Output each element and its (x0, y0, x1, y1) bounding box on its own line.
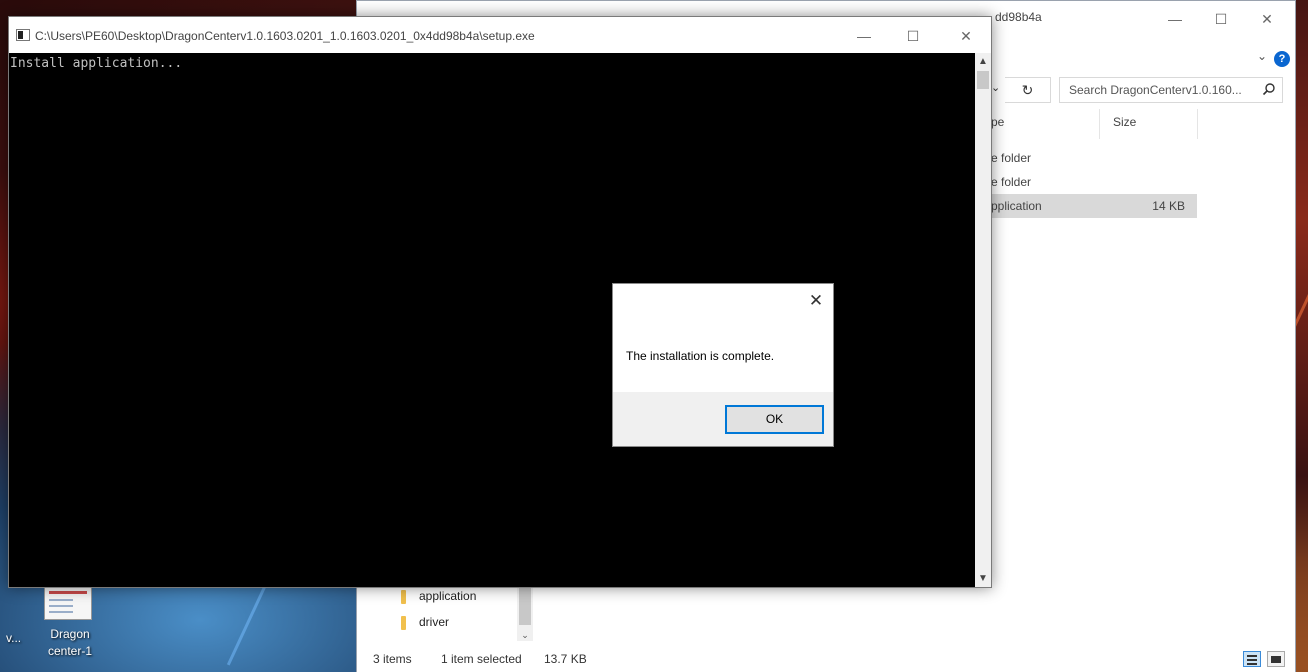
icon-thumbnail-line (49, 605, 73, 607)
column-header-size[interactable]: Size (1113, 115, 1136, 129)
status-item-count: 3 items (373, 652, 412, 666)
setup-console-window: C:\Users\PE60\Desktop\DragonCenterv1.0.1… (8, 16, 992, 588)
dialog-message: The installation is complete. (626, 349, 775, 363)
installation-complete-dialog: ✕ The installation is complete. OK (612, 283, 834, 447)
desktop-icon-label[interactable]: Dragon center-1 (40, 626, 100, 660)
refresh-button[interactable]: ↻ (1005, 77, 1051, 103)
console-scrollbar-thumb[interactable] (977, 71, 989, 89)
ok-button[interactable]: OK (725, 405, 824, 434)
console-scrollbar[interactable]: ▲ ▼ (975, 53, 991, 587)
nav-item-label: application (419, 589, 477, 603)
console-maximize-button[interactable]: ☐ (890, 25, 936, 47)
file-row[interactable]: e folder (991, 146, 1197, 170)
file-type: e folder (991, 151, 1032, 165)
nav-pane-scrollbar[interactable]: ⌄ (517, 585, 533, 641)
status-selection: 1 item selected (441, 652, 522, 666)
folder-icon (401, 590, 406, 604)
console-window-icon (16, 29, 30, 41)
desktop-icon-dragon-center[interactable] (44, 586, 92, 620)
file-type: e folder (991, 175, 1032, 189)
folder-icon (401, 616, 406, 630)
file-row[interactable]: e folder (991, 170, 1197, 194)
explorer-close-button[interactable]: ✕ (1244, 11, 1290, 33)
console-minimize-button[interactable]: — (841, 25, 887, 47)
column-divider[interactable] (1099, 109, 1100, 139)
scroll-up-icon[interactable]: ▲ (975, 56, 991, 67)
large-icons-view-icon (1271, 656, 1281, 663)
console-close-button[interactable]: ✕ (943, 25, 989, 47)
search-placeholder: Search DragonCenterv1.0.160... (1069, 83, 1242, 97)
icon-thumbnail-line (49, 611, 73, 613)
address-dropdown-icon[interactable]: ⌄ (991, 81, 1005, 94)
file-row-selected[interactable]: pplication 14 KB (991, 194, 1197, 218)
search-input[interactable]: Search DragonCenterv1.0.160... (1059, 77, 1283, 103)
details-view-icon (1247, 659, 1257, 661)
nav-item-application[interactable]: application (397, 585, 476, 607)
console-title: C:\Users\PE60\Desktop\DragonCenterv1.0.1… (35, 29, 535, 43)
dialog-button-area: OK (613, 392, 833, 446)
column-header-type[interactable]: pe (991, 115, 1004, 129)
nav-item-label: driver (419, 615, 450, 629)
explorer-minimize-button[interactable]: — (1152, 11, 1198, 33)
dialog-close-button[interactable]: ✕ (805, 290, 827, 312)
icon-thumbnail-line (49, 599, 73, 601)
file-size: 14 KB (1152, 199, 1185, 213)
help-icon[interactable]: ? (1274, 51, 1290, 67)
details-view-button[interactable] (1243, 651, 1261, 667)
search-icon[interactable] (1262, 82, 1276, 96)
console-titlebar[interactable]: C:\Users\PE60\Desktop\DragonCenterv1.0.1… (9, 17, 991, 53)
column-divider[interactable] (1197, 109, 1198, 139)
desktop-icon-label-partial[interactable]: v... (6, 631, 21, 645)
ribbon-expand-icon[interactable]: ⌄ (1257, 49, 1267, 63)
desktop-icon-label-line1: Dragon (50, 627, 90, 641)
large-icons-view-button[interactable] (1267, 651, 1285, 667)
icon-thumbnail-bar (49, 591, 87, 594)
console-output-text: Install application... (10, 56, 183, 71)
desktop-icon-label-line2: center-1 (47, 644, 93, 658)
details-view-icon (1247, 655, 1257, 657)
details-view-icon (1247, 663, 1257, 665)
scroll-down-icon[interactable]: ▼ (975, 573, 991, 584)
nav-scrollbar-thumb[interactable] (519, 585, 531, 625)
nav-item-driver[interactable]: driver (397, 611, 449, 633)
explorer-statusbar: 3 items 1 item selected 13.7 KB (357, 647, 1295, 672)
file-type: pplication (991, 199, 1042, 213)
nav-scroll-down-icon[interactable]: ⌄ (517, 630, 533, 641)
status-size: 13.7 KB (544, 652, 587, 666)
explorer-maximize-button[interactable]: ☐ (1198, 11, 1244, 33)
explorer-title: dd98b4a (995, 10, 1042, 24)
